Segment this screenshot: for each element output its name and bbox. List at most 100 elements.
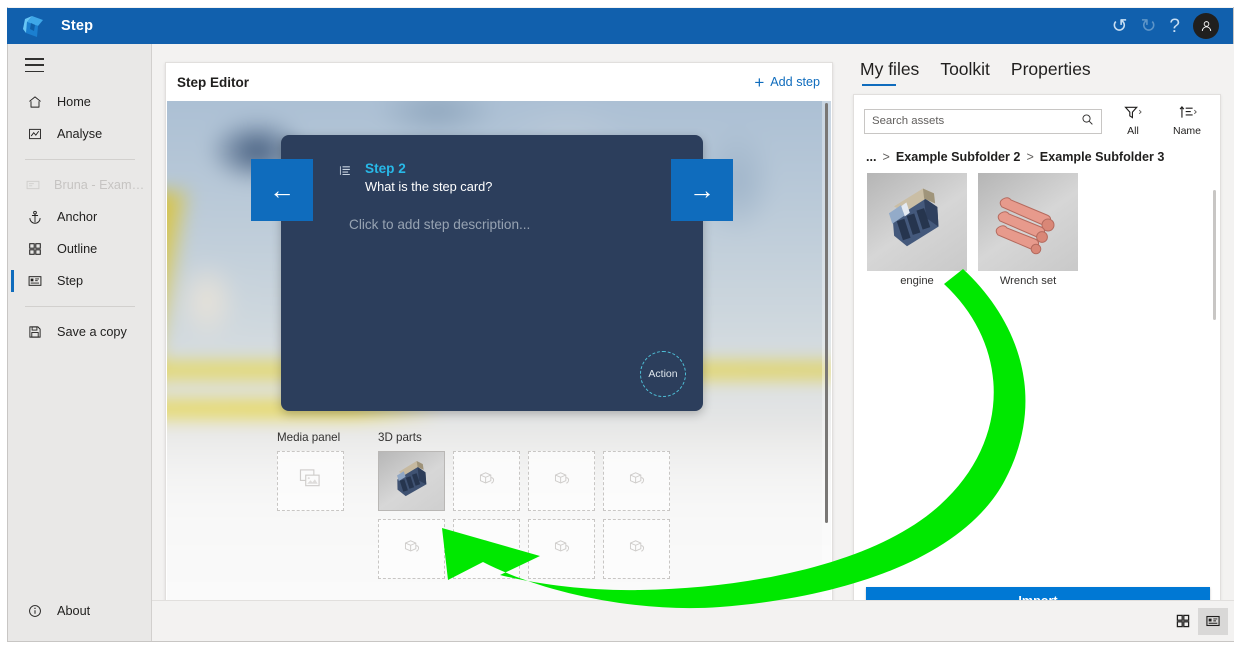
sidebar-item-anchor[interactable]: Anchor (8, 201, 151, 233)
tab-properties[interactable]: Properties (1011, 59, 1091, 86)
card-view-button[interactable] (1198, 607, 1228, 635)
step-description-placeholder[interactable]: Click to add step description... (349, 217, 530, 232)
arrow-right-icon: → (689, 174, 715, 205)
asset-grid: engine Wrench set (854, 164, 1220, 287)
my-files-body: All Name ... > Example Subfolder 2 > Exa… (853, 94, 1221, 628)
parts-panel-label: 3D parts (378, 431, 422, 444)
sidebar-item-home[interactable]: Home (8, 86, 151, 118)
part-slot-empty[interactable] (528, 519, 595, 579)
cube-placeholder-icon (401, 537, 422, 561)
step-editor-header: Step Editor + Add step (166, 63, 832, 101)
tab-toolkit[interactable]: Toolkit (940, 59, 990, 86)
cube-placeholder-icon (626, 537, 647, 561)
cube-placeholder-icon (551, 469, 572, 493)
title-bar: Step ↺ ↻ ? (7, 8, 1233, 44)
sidebar-item-about[interactable]: About (8, 595, 151, 627)
action-button[interactable]: Action (640, 351, 686, 397)
media-slot[interactable] (277, 451, 344, 511)
attachment-panels: Media panel 3D parts (277, 431, 670, 579)
redo-icon[interactable]: ↻ (1141, 17, 1157, 36)
breadcrumb-separator: > (882, 150, 890, 164)
help-icon[interactable]: ? (1169, 17, 1180, 36)
asset-item[interactable]: Wrench set (978, 173, 1078, 287)
tab-my-files[interactable]: My files (860, 59, 919, 86)
media-panel-label: Media panel (277, 431, 341, 444)
outline-icon (25, 240, 44, 258)
sidebar-item-label: Anchor (57, 210, 98, 224)
search-row: All Name (854, 95, 1220, 137)
assets-scrollbar[interactable] (1211, 190, 1219, 610)
sidebar-item-label: Save a copy (57, 325, 127, 339)
avatar[interactable] (1193, 13, 1219, 39)
wrench-set-render (995, 197, 1055, 255)
info-icon (25, 602, 44, 620)
next-step-button[interactable]: → (671, 159, 733, 221)
asset-name: Wrench set (999, 275, 1057, 287)
asset-thumbnail (867, 173, 967, 271)
sidebar-item-analyse[interactable]: Analyse (8, 118, 151, 150)
canvas-scrollbar[interactable] (822, 101, 831, 607)
add-step-button[interactable]: + Add step (754, 74, 820, 91)
plus-icon: + (754, 72, 765, 92)
add-step-label: Add step (770, 75, 820, 89)
step-title[interactable]: What is the step card? (365, 179, 492, 194)
arrow-left-icon: ← (269, 174, 295, 205)
breadcrumb-item[interactable]: Example Subfolder 2 (896, 150, 1021, 164)
part-slot-empty[interactable] (453, 519, 520, 579)
filter-icon (1122, 105, 1144, 123)
cube-placeholder-icon (476, 537, 497, 561)
grid-view-icon (1176, 614, 1190, 628)
card-view-icon (1206, 615, 1220, 627)
titlebar-actions: ↺ ↻ ? (1112, 13, 1219, 39)
anchor-icon (25, 208, 44, 226)
image-placeholder-icon (299, 468, 322, 494)
footer-bar (152, 600, 1234, 641)
cube-placeholder-icon (551, 537, 572, 561)
filter-label: All (1127, 125, 1139, 137)
asset-name: engine (900, 275, 934, 287)
cube-placeholder-icon (476, 469, 497, 493)
media-panel: Media panel (277, 431, 344, 579)
part-slot-empty[interactable] (453, 451, 520, 511)
assets-panel: My files Toolkit Properties Search asset… (845, 44, 1234, 641)
part-slot-empty[interactable] (603, 451, 670, 511)
part-slot-empty[interactable] (378, 519, 445, 579)
step-logo-icon (19, 13, 49, 39)
sort-icon (1176, 105, 1198, 123)
breadcrumb-item[interactable]: Example Subfolder 3 (1040, 150, 1165, 164)
list-icon (339, 161, 353, 194)
sidebar-item-step[interactable]: Step (8, 265, 151, 297)
sidebar-item-save-a-copy[interactable]: Save a copy (8, 316, 151, 348)
app-window: Step ↺ ↻ ? Home Analyse Bruna - Example … (0, 0, 1239, 649)
sidebar-item-label: Analyse (57, 127, 103, 141)
search-box[interactable] (864, 108, 1102, 134)
sort-button[interactable]: Name (1164, 105, 1210, 137)
sidebar-item-outline[interactable]: Outline (8, 233, 151, 265)
search-icon[interactable] (1081, 113, 1094, 129)
search-input[interactable] (872, 115, 1081, 127)
part-slot-filled[interactable] (378, 451, 445, 511)
cube-placeholder-icon (626, 469, 647, 493)
sidebar-item-label: Home (57, 95, 91, 109)
part-slot-empty[interactable] (528, 451, 595, 511)
filter-button[interactable]: All (1110, 105, 1156, 137)
grid-view-button[interactable] (1168, 608, 1198, 635)
sidebar-item-label: Outline (57, 242, 98, 256)
previous-step-button[interactable]: ← (251, 159, 313, 221)
step-number: Step 2 (365, 161, 406, 176)
analyse-icon (25, 125, 44, 143)
step-card[interactable]: ← → Step 2 What is the step card? Click … (251, 135, 733, 411)
undo-icon[interactable]: ↺ (1112, 17, 1128, 36)
breadcrumb-overflow[interactable]: ... (866, 150, 877, 164)
engine-render (888, 188, 939, 247)
parts-panel: 3D parts (378, 431, 670, 579)
part-slot-empty[interactable] (603, 519, 670, 579)
sidebar-divider-1 (25, 159, 135, 160)
asset-item[interactable]: engine (867, 173, 967, 287)
app-title: Step (61, 18, 94, 34)
hamburger-icon[interactable] (25, 58, 44, 72)
editor-canvas[interactable]: ← → Step 2 What is the step card? Click … (167, 101, 831, 607)
sidebar: Home Analyse Bruna - Example Gui... (8, 44, 152, 641)
sidebar-item-label: Step (57, 274, 84, 288)
panel-tabs: My files Toolkit Properties (845, 44, 1234, 86)
